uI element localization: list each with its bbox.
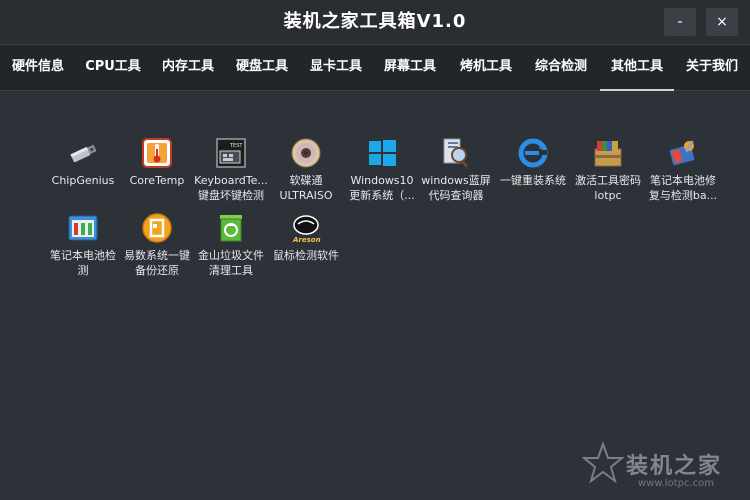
tab-gpu-tools[interactable]: 显卡工具: [308, 45, 364, 90]
tool-label: 一键重装系统: [500, 174, 566, 187]
tool-label: 金山垃圾文件 清理工具: [198, 249, 264, 277]
tool-label: windows蓝屏 代码查询器: [421, 174, 491, 202]
battery-repair-icon: [669, 140, 695, 166]
tab-screen-tools[interactable]: 屏幕工具: [382, 45, 438, 90]
recycle-bin-icon: [220, 215, 242, 242]
tool-label: Windows10 更新系统（...: [349, 174, 415, 202]
window-title: 装机之家工具箱V1.0: [283, 11, 467, 32]
tool-ultraiso[interactable]: 软碟通 ULTRAISO: [269, 137, 343, 211]
nav-bar: 硬件信息 CPU工具 内存工具 硬盘工具 显卡工具 屏幕工具 烤机工具 综合检测…: [0, 44, 750, 91]
tab-stress-tools[interactable]: 烤机工具: [458, 45, 514, 90]
svg-text:TEST: TEST: [229, 143, 243, 149]
tool-keyboard-test[interactable]: TEST KeyboardTe... 键盘坏键检测: [194, 137, 268, 211]
tool-chipgenius[interactable]: ChipGenius: [46, 137, 120, 211]
watermark-url: www.lotpc.com: [638, 478, 714, 489]
usb-drive-icon: [70, 144, 97, 163]
tool-mouse-test[interactable]: Areson 鼠标检测软件: [269, 212, 343, 286]
keyboard-test-icon: TEST: [216, 138, 246, 168]
title-bar: 装机之家工具箱V1.0 - ×: [0, 0, 750, 44]
minimize-button[interactable]: -: [664, 8, 696, 36]
tab-memory-tools[interactable]: 内存工具: [160, 45, 216, 90]
tool-junk-cleaner[interactable]: 金山垃圾文件 清理工具: [194, 212, 268, 286]
tool-label: 软碟通 ULTRAISO: [279, 174, 333, 202]
tool-activation-password[interactable]: 激活工具密码 lotpc: [571, 137, 645, 211]
mouse-icon: Areson: [292, 215, 321, 244]
tool-label: ChipGenius: [51, 174, 115, 187]
tool-windows10-update[interactable]: Windows10 更新系统（...: [345, 137, 419, 211]
tab-about-us[interactable]: 关于我们: [684, 45, 740, 90]
tab-disk-tools[interactable]: 硬盘工具: [234, 45, 290, 90]
tool-coretemp[interactable]: CoreTemp: [120, 137, 194, 211]
tool-label: 易数系统一键 备份还原: [124, 249, 190, 277]
battery-monitor-icon: [68, 215, 98, 241]
tool-label: 笔记本电池修 复与检测ba...: [648, 174, 718, 202]
backup-restore-icon: [142, 213, 172, 243]
tool-one-click-reinstall[interactable]: 一键重装系统: [496, 137, 570, 211]
tool-battery-monitor[interactable]: 笔记本电池检 测: [46, 212, 120, 286]
tool-label: 笔记本电池检 测: [50, 249, 116, 277]
thermometer-icon: [142, 138, 172, 168]
watermark: 装机之家 www.lotpc.com: [578, 440, 748, 498]
svg-text:Areson: Areson: [292, 236, 321, 244]
tool-label: 激活工具密码 lotpc: [575, 174, 641, 202]
tool-grid: ChipGenius CoreTemp TEST KeyboardTe... 键…: [0, 92, 750, 500]
tool-backup-restore[interactable]: 易数系统一键 备份还原: [120, 212, 194, 286]
close-button[interactable]: ×: [706, 8, 738, 36]
archive-box-icon: [594, 141, 622, 167]
tool-label: CoreTemp: [129, 174, 185, 187]
tab-other-tools[interactable]: 其他工具: [600, 45, 674, 91]
windows-logo-icon: [369, 140, 396, 166]
disc-icon: [291, 138, 321, 168]
tool-bsod-viewer[interactable]: windows蓝屏 代码查询器: [419, 137, 493, 211]
watermark-text: 装机之家: [626, 454, 723, 479]
tool-label: 鼠标检测软件: [273, 249, 339, 262]
ie-refresh-icon: [518, 138, 548, 168]
magnifier-icon: [443, 138, 469, 168]
tool-label: KeyboardTe... 键盘坏键检测: [194, 174, 268, 202]
tab-hardware-info[interactable]: 硬件信息: [10, 45, 66, 90]
tool-battery-repair[interactable]: 笔记本电池修 复与检测ba...: [646, 137, 720, 211]
tab-cpu-tools[interactable]: CPU工具: [84, 45, 142, 90]
tab-overall-test[interactable]: 综合检测: [532, 45, 590, 90]
star-logo-icon: [582, 442, 624, 484]
